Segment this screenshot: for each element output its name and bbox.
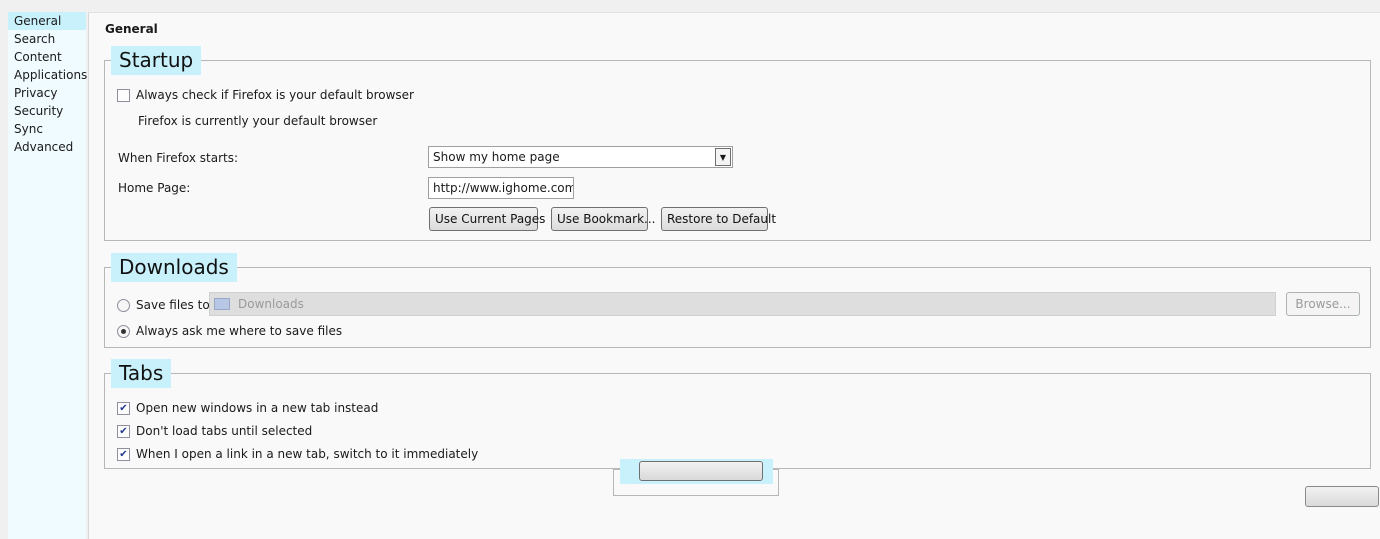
dialog-button[interactable] [639, 461, 763, 481]
home-page-input[interactable]: http://www.ighome.com/ [428, 177, 574, 199]
always-ask-row: Always ask me where to save files [117, 324, 342, 338]
home-page-label: Home Page: [118, 181, 191, 195]
default-browser-check-label[interactable]: Always check if Firefox is your default … [136, 88, 414, 102]
when-starts-label: When Firefox starts: [118, 151, 239, 165]
use-current-pages-button[interactable]: Use Current Pages [429, 207, 545, 231]
chevron-down-icon[interactable]: ▼ [715, 148, 731, 166]
sidebar-item-security[interactable]: Security [8, 102, 86, 120]
use-bookmark-button[interactable]: Use Bookmark... [551, 207, 655, 231]
dont-load-tabs-checkbox[interactable]: ✔ [117, 424, 130, 438]
tabs-option-row: ✔ Don't load tabs until selected [117, 424, 312, 438]
corner-button[interactable] [1305, 486, 1379, 507]
downloads-group: Downloads Save files to Downloads Browse… [104, 253, 1371, 348]
default-browser-check-row: Always check if Firefox is your default … [117, 88, 414, 102]
save-files-label[interactable]: Save files to [136, 298, 210, 312]
sidebar-item-search[interactable]: Search [8, 30, 86, 48]
sidebar-item-sync[interactable]: Sync [8, 120, 86, 138]
downloads-caption: Downloads [111, 253, 237, 282]
when-starts-select[interactable]: Show my home page ▼ [428, 146, 733, 168]
check-icon: ✔ [119, 448, 128, 460]
download-path-value: Downloads [238, 297, 304, 311]
restore-default-button[interactable]: Restore to Default [661, 207, 776, 231]
browse-button[interactable]: Browse... [1286, 292, 1360, 316]
save-files-radio[interactable] [117, 298, 130, 312]
when-starts-value: Show my home page [433, 150, 560, 164]
always-ask-radio[interactable] [117, 324, 130, 338]
sidebar-item-privacy[interactable]: Privacy [8, 84, 86, 102]
switch-to-new-tab-label[interactable]: When I open a link in a new tab, switch … [136, 447, 478, 461]
download-path-field: Downloads [209, 292, 1276, 316]
tabs-caption: Tabs [111, 359, 172, 388]
tabs-group: Tabs ✔ Open new windows in a new tab ins… [104, 359, 1371, 469]
always-ask-label[interactable]: Always ask me where to save files [136, 324, 342, 338]
tabs-option-row: ✔ When I open a link in a new tab, switc… [117, 447, 478, 461]
sidebar-item-content[interactable]: Content [8, 48, 86, 66]
startup-group: Startup Always check if Firefox is your … [104, 46, 1371, 241]
switch-to-new-tab-checkbox[interactable]: ✔ [117, 447, 130, 461]
radio-selected-dot [121, 328, 126, 334]
save-files-row: Save files to [117, 298, 210, 312]
startup-caption: Startup [111, 46, 202, 75]
default-browser-checkbox[interactable] [117, 88, 130, 102]
open-windows-in-tab-checkbox[interactable]: ✔ [117, 401, 130, 415]
default-browser-status: Firefox is currently your default browse… [138, 114, 378, 128]
sidebar-item-advanced[interactable]: Advanced [8, 138, 86, 156]
tabs-option-row: ✔ Open new windows in a new tab instead [117, 401, 378, 415]
sidebar-item-applications[interactable]: Applications [8, 66, 87, 84]
preferences-pane: General Startup Always check if Firefox … [88, 12, 1380, 539]
check-icon: ✔ [119, 425, 128, 437]
sidebar-item-general[interactable]: General [8, 12, 86, 30]
open-windows-in-tab-label[interactable]: Open new windows in a new tab instead [136, 401, 378, 415]
dont-load-tabs-label[interactable]: Don't load tabs until selected [136, 424, 312, 438]
check-icon: ✔ [119, 402, 128, 414]
folder-icon [214, 298, 230, 310]
category-sidebar: General Search Content Applications Priv… [8, 12, 87, 539]
page-title: General [105, 22, 158, 36]
